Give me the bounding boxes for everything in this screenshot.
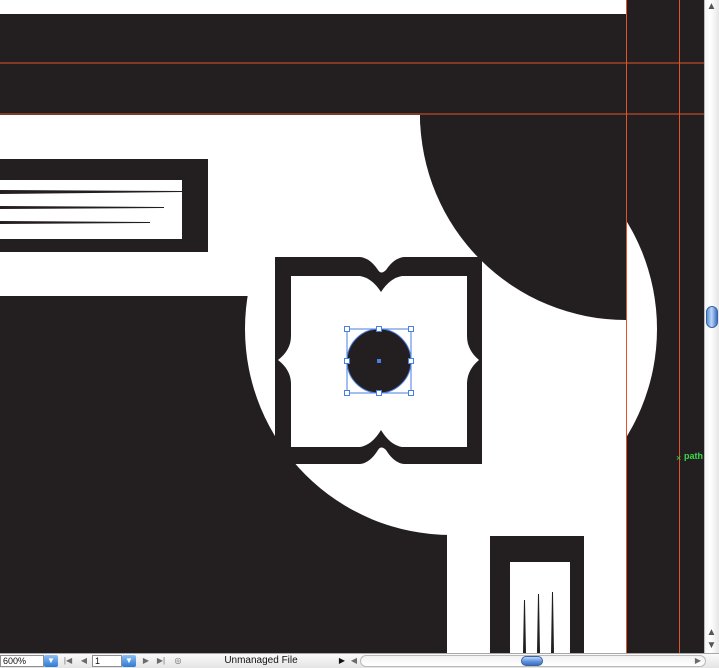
artwork (0, 0, 704, 653)
selection-handle[interactable] (376, 390, 382, 396)
selection-handle[interactable] (344, 358, 350, 364)
top-dark-band (0, 14, 704, 115)
last-artboard-icon[interactable]: ▶| (155, 655, 167, 667)
scroll-down-icon[interactable]: ▼ (705, 639, 718, 652)
previous-artboard-icon[interactable]: ◀ (78, 655, 90, 667)
status-bar: 600% ▼ |◀ ◀ 1 ▼ ▶ ▶| ◎ Unmanaged File ▶ … (0, 653, 719, 668)
selection-handle[interactable] (408, 358, 414, 364)
first-artboard-icon[interactable]: |◀ (62, 655, 74, 667)
status-text[interactable]: Unmanaged File (188, 655, 334, 667)
scroll-up-icon[interactable]: ▲ (705, 0, 718, 13)
smart-guide-anchor-icon: × (676, 453, 682, 463)
center-point (377, 359, 381, 363)
artboard-canvas[interactable]: × path (0, 0, 704, 653)
scroll-right-icon[interactable]: ▶ (692, 655, 704, 667)
vertical-scrollbar[interactable]: ▲ ▲ ▼ (704, 0, 719, 653)
selection-handle[interactable] (408, 390, 414, 396)
scroll-up-icon[interactable]: ▲ (705, 626, 718, 639)
chevron-down-icon[interactable]: ▼ (122, 655, 136, 667)
selection-handle[interactable] (344, 326, 350, 332)
left-frame-inner (0, 180, 182, 239)
selection-handle[interactable] (408, 326, 414, 332)
zoom-level-field[interactable]: 600% (0, 655, 44, 667)
selection-handle[interactable] (344, 390, 350, 396)
selection-handle[interactable] (376, 326, 382, 332)
bottom-frame-inner (510, 562, 570, 653)
next-artboard-icon[interactable]: ▶ (140, 655, 152, 667)
play-arrow-icon[interactable]: ▶ (336, 655, 348, 667)
horizontal-scroll-thumb[interactable] (521, 656, 543, 666)
horizontal-scrollbar[interactable] (360, 655, 706, 667)
artboard-number-field[interactable]: 1 (92, 655, 122, 667)
vertical-scroll-thumb[interactable] (706, 306, 718, 328)
scroll-left-icon[interactable]: ◀ (348, 655, 360, 667)
smart-guide-label: path (684, 451, 703, 461)
status-menu-icon[interactable]: ◎ (172, 655, 184, 667)
chevron-down-icon[interactable]: ▼ (44, 655, 58, 667)
